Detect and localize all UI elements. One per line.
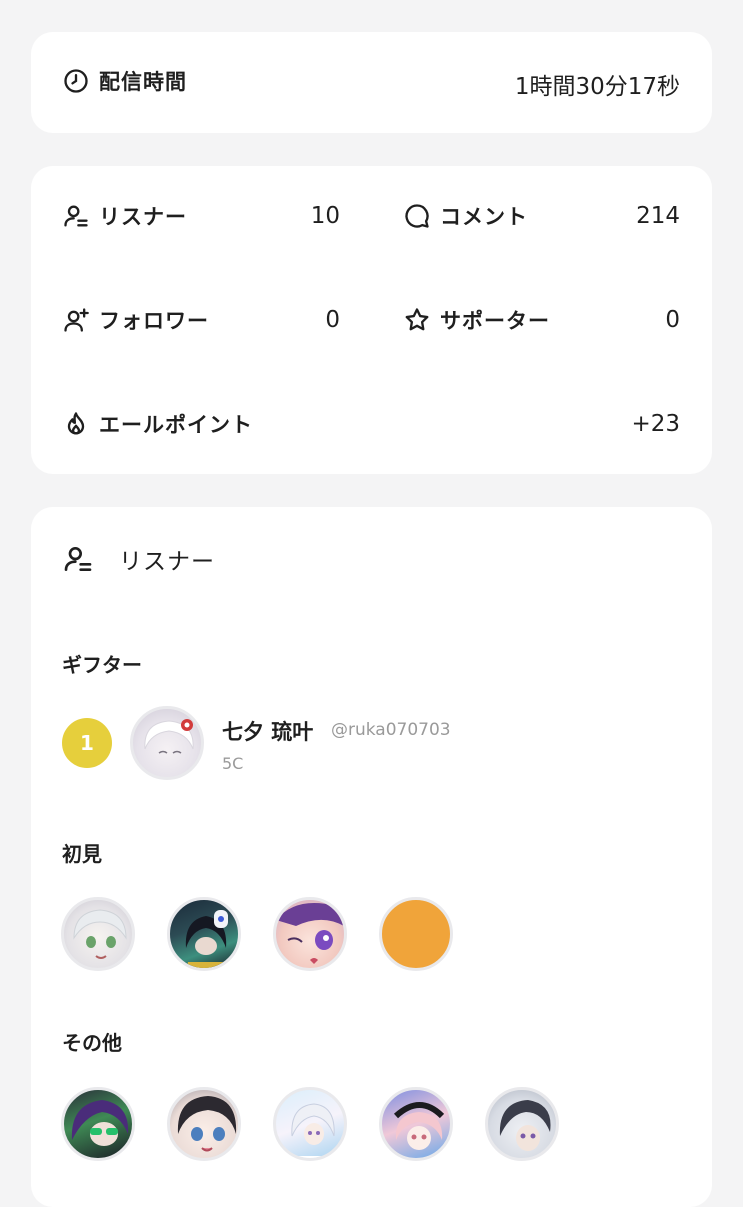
stat-yell-points-label: エールポイント	[99, 413, 253, 437]
listener-panel-title: リスナー	[119, 549, 215, 575]
stat-comments-label: コメント	[440, 205, 528, 229]
gifter-amount: 5C	[222, 754, 244, 773]
stat-listeners-value: 10	[310, 203, 340, 229]
add-user-icon	[61, 305, 91, 335]
stat-yell-points: エールポイント	[61, 409, 253, 439]
first-time-heading: 初見	[62, 842, 102, 866]
flame-icon	[61, 409, 91, 439]
others-heading: その他	[62, 1031, 122, 1055]
listener-avatar[interactable]	[273, 1087, 347, 1161]
gifter-avatar[interactable]	[130, 706, 204, 780]
listener-avatar[interactable]	[61, 897, 135, 971]
duration-row: 配信時間	[61, 66, 187, 96]
listener-panel: リスナー ギフター 1 七夕 琉叶 @ruka070703 5C 初見 その他	[31, 507, 712, 1207]
stat-listeners-label: リスナー	[99, 205, 187, 229]
listener-avatar[interactable]	[485, 1087, 559, 1161]
stat-comments: コメント	[402, 201, 528, 231]
stat-listeners: リスナー	[61, 201, 187, 231]
listener-avatar[interactable]	[167, 897, 241, 971]
stat-supporters-value: 0	[665, 307, 680, 333]
stream-duration-card: 配信時間 1時間30分17秒	[31, 32, 712, 133]
stat-followers-label: フォロワー	[99, 309, 209, 333]
listener-avatar[interactable]	[273, 897, 347, 971]
stat-yell-points-value: +23	[631, 411, 680, 437]
listener-avatar[interactable]	[379, 1087, 453, 1161]
stat-comments-value: 214	[636, 203, 680, 229]
rank-badge: 1	[62, 718, 112, 768]
listener-avatar[interactable]	[379, 897, 453, 971]
listener-avatar[interactable]	[167, 1087, 241, 1161]
gifter-handle: @ruka070703	[331, 720, 451, 740]
stat-followers-value: 0	[325, 307, 340, 333]
star-icon	[402, 305, 432, 335]
stat-supporters: サポーター	[402, 305, 550, 335]
gifter-name[interactable]: 七夕 琉叶	[222, 716, 313, 746]
duration-value: 1時間30分17秒	[514, 74, 680, 100]
listener-icon	[61, 542, 95, 576]
clock-icon	[61, 66, 91, 96]
listener-avatar[interactable]	[61, 1087, 135, 1161]
stat-followers: フォロワー	[61, 305, 209, 335]
listener-icon	[61, 201, 91, 231]
stats-card: リスナー 10 コメント 214 フォロワー 0 サポーター 0 エールポイント…	[31, 166, 712, 474]
stat-supporters-label: サポーター	[440, 309, 550, 333]
duration-label: 配信時間	[99, 70, 187, 94]
listener-panel-header: リスナー	[61, 542, 215, 576]
comment-icon	[402, 201, 432, 231]
gifters-heading: ギフター	[62, 653, 142, 677]
